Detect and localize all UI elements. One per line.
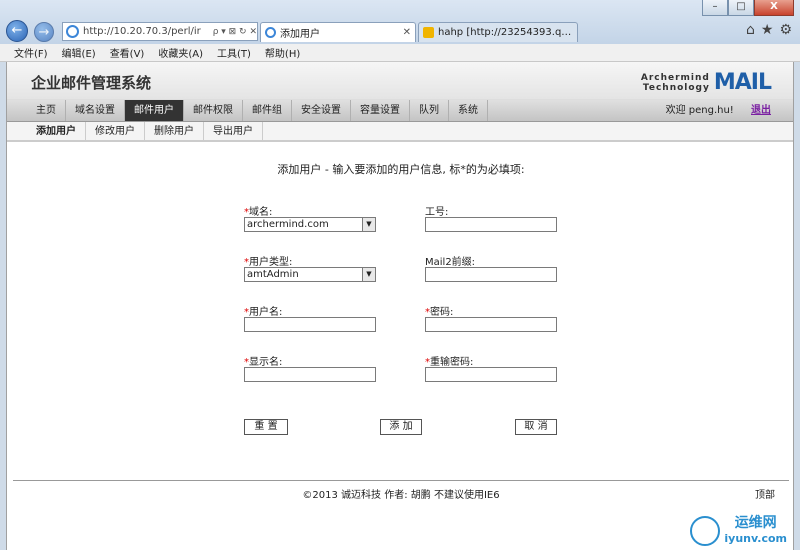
dropdown-arrow-icon[interactable]: ▼: [362, 218, 375, 231]
tab-hahp[interactable]: hahp [http://23254393.qzon...: [418, 22, 578, 42]
nav-security-settings[interactable]: 安全设置: [292, 100, 351, 121]
watermark-logo-icon: [690, 516, 721, 546]
browser-toolbar-icons: ⌂ ★ ⚙: [746, 22, 792, 38]
confirm-password-input[interactable]: [425, 367, 557, 382]
tab-label: 添加用户: [280, 29, 320, 40]
menu-edit[interactable]: 编辑(E): [62, 45, 96, 60]
domain-field: *域名: archermind.com ▼: [244, 203, 376, 232]
ie-icon: [66, 25, 79, 38]
footer-text: ©2013 诚迈科技 作者: 胡鹏 不建议使用IE6: [302, 490, 500, 501]
address-url[interactable]: http://10.20.70.3/perl/ir: [83, 26, 210, 37]
display-name-label: 显示名:: [249, 357, 283, 368]
web-page: 企业邮件管理系统 Archermind Technology MAIL 主页 域…: [6, 62, 794, 550]
footer-divider: [13, 480, 789, 481]
user-type-select[interactable]: amtAdmin ▼: [244, 267, 376, 282]
nav-mail-groups[interactable]: 邮件组: [243, 100, 292, 121]
window-controls: – □ X: [702, 0, 794, 16]
site-watermark: 运维网 iyunv.com: [690, 516, 787, 546]
nav-home[interactable]: 主页: [27, 100, 66, 121]
sub-nav: 添加用户 修改用户 删除用户 导出用户: [7, 122, 793, 142]
subnav-modify-user[interactable]: 修改用户: [86, 122, 145, 140]
address-bar[interactable]: http://10.20.70.3/perl/ir ρ ▾ ⊠ ↻ ✕: [62, 22, 258, 41]
welcome-area: 欢迎 peng.hu! 退出: [666, 100, 771, 122]
nav-quota-settings[interactable]: 容量设置: [351, 100, 410, 121]
dropdown-arrow-icon[interactable]: ▼: [362, 268, 375, 281]
menu-file[interactable]: 文件(F): [14, 45, 48, 60]
address-controls[interactable]: ρ ▾ ⊠ ↻ ✕: [213, 27, 257, 37]
star-icon[interactable]: ★: [761, 22, 774, 38]
home-icon[interactable]: ⌂: [746, 22, 755, 38]
nav-system[interactable]: 系统: [449, 100, 488, 121]
star-favicon-icon: [423, 27, 434, 38]
forward-arrow-icon: →: [38, 25, 50, 40]
confirm-password-label: 重输密码:: [430, 357, 474, 368]
username-label: 用户名:: [249, 307, 283, 318]
browser-chrome: – □ X ← → http://10.20.70.3/perl/ir ρ ▾ …: [0, 0, 800, 44]
menu-tools[interactable]: 工具(T): [217, 45, 251, 60]
maximize-button[interactable]: □: [728, 0, 754, 16]
password-field: *密码:: [425, 303, 557, 332]
user-type-field: *用户类型: amtAdmin ▼: [244, 253, 376, 282]
welcome-text: 欢迎 peng.hu!: [665, 105, 734, 116]
password-input[interactable]: [425, 317, 557, 332]
nav-queue[interactable]: 队列: [410, 100, 449, 121]
site-header: 企业邮件管理系统 Archermind Technology MAIL: [7, 62, 793, 100]
back-arrow-icon: ←: [11, 23, 23, 38]
gear-icon[interactable]: ⚙: [779, 22, 792, 38]
tab-add-user[interactable]: 添加用户 ✕: [260, 22, 416, 42]
username-input[interactable]: [244, 317, 376, 332]
menu-help[interactable]: 帮助(H): [265, 45, 300, 60]
mail2-prefix-label: Mail2前缀:: [425, 257, 476, 268]
ie-page-icon: [265, 27, 276, 38]
confirm-password-field: *重输密码:: [425, 353, 557, 382]
watermark-name: 运维网: [734, 515, 777, 531]
mail2-prefix-input[interactable]: [425, 267, 557, 282]
logo-line2: Technology: [642, 82, 710, 93]
nav-mail-users[interactable]: 邮件用户: [125, 100, 184, 121]
archermind-logo: Archermind Technology MAIL: [640, 70, 772, 95]
mail2-prefix-field: Mail2前缀:: [425, 253, 557, 282]
add-button[interactable]: 添 加: [380, 419, 422, 435]
close-window-button[interactable]: X: [754, 0, 794, 16]
nav-domain-settings[interactable]: 域名设置: [66, 100, 125, 121]
logo-mark: MAIL: [713, 70, 772, 95]
domain-select-value: archermind.com: [247, 219, 329, 230]
minimize-button[interactable]: –: [702, 0, 728, 16]
subnav-add-user[interactable]: 添加用户: [27, 122, 86, 140]
browser-menubar: 文件(F) 编辑(E) 查看(V) 收藏夹(A) 工具(T) 帮助(H): [0, 44, 800, 62]
forward-button[interactable]: →: [34, 22, 54, 42]
display-name-input[interactable]: [244, 367, 376, 382]
back-button[interactable]: ←: [6, 20, 28, 42]
display-name-field: *显示名:: [244, 353, 376, 382]
system-name: 企业邮件管理系统: [31, 74, 152, 92]
employee-id-label: 工号:: [425, 207, 449, 218]
employee-id-field: 工号:: [425, 203, 557, 232]
nav-mail-permissions[interactable]: 邮件权限: [184, 100, 243, 121]
menu-view[interactable]: 查看(V): [110, 45, 145, 60]
employee-id-input[interactable]: [425, 217, 557, 232]
reset-button[interactable]: 重 置: [244, 419, 288, 435]
username-field: *用户名:: [244, 303, 376, 332]
cancel-button[interactable]: 取 消: [515, 419, 557, 435]
domain-select[interactable]: archermind.com ▼: [244, 217, 376, 232]
subnav-export-users[interactable]: 导出用户: [204, 122, 263, 140]
form-intro: 添加用户 - 输入要添加的用户信息, 标*的为必填项:: [277, 163, 525, 176]
menu-favorites[interactable]: 收藏夹(A): [158, 45, 203, 60]
user-type-select-value: amtAdmin: [247, 269, 299, 280]
password-label: 密码:: [430, 307, 454, 318]
tab-close-icon[interactable]: ✕: [403, 27, 411, 38]
logo-line1: Archermind: [640, 72, 710, 83]
logout-link[interactable]: 退出: [751, 105, 771, 116]
watermark-domain: iyunv.com: [724, 532, 787, 545]
subnav-delete-user[interactable]: 删除用户: [145, 122, 204, 140]
main-nav: 主页 域名设置 邮件用户 邮件权限 邮件组 安全设置 容量设置 队列 系统 欢迎…: [7, 100, 793, 122]
tab-label: hahp [http://23254393.qzon...: [438, 27, 573, 38]
back-to-top-link[interactable]: 顶部: [755, 486, 775, 501]
